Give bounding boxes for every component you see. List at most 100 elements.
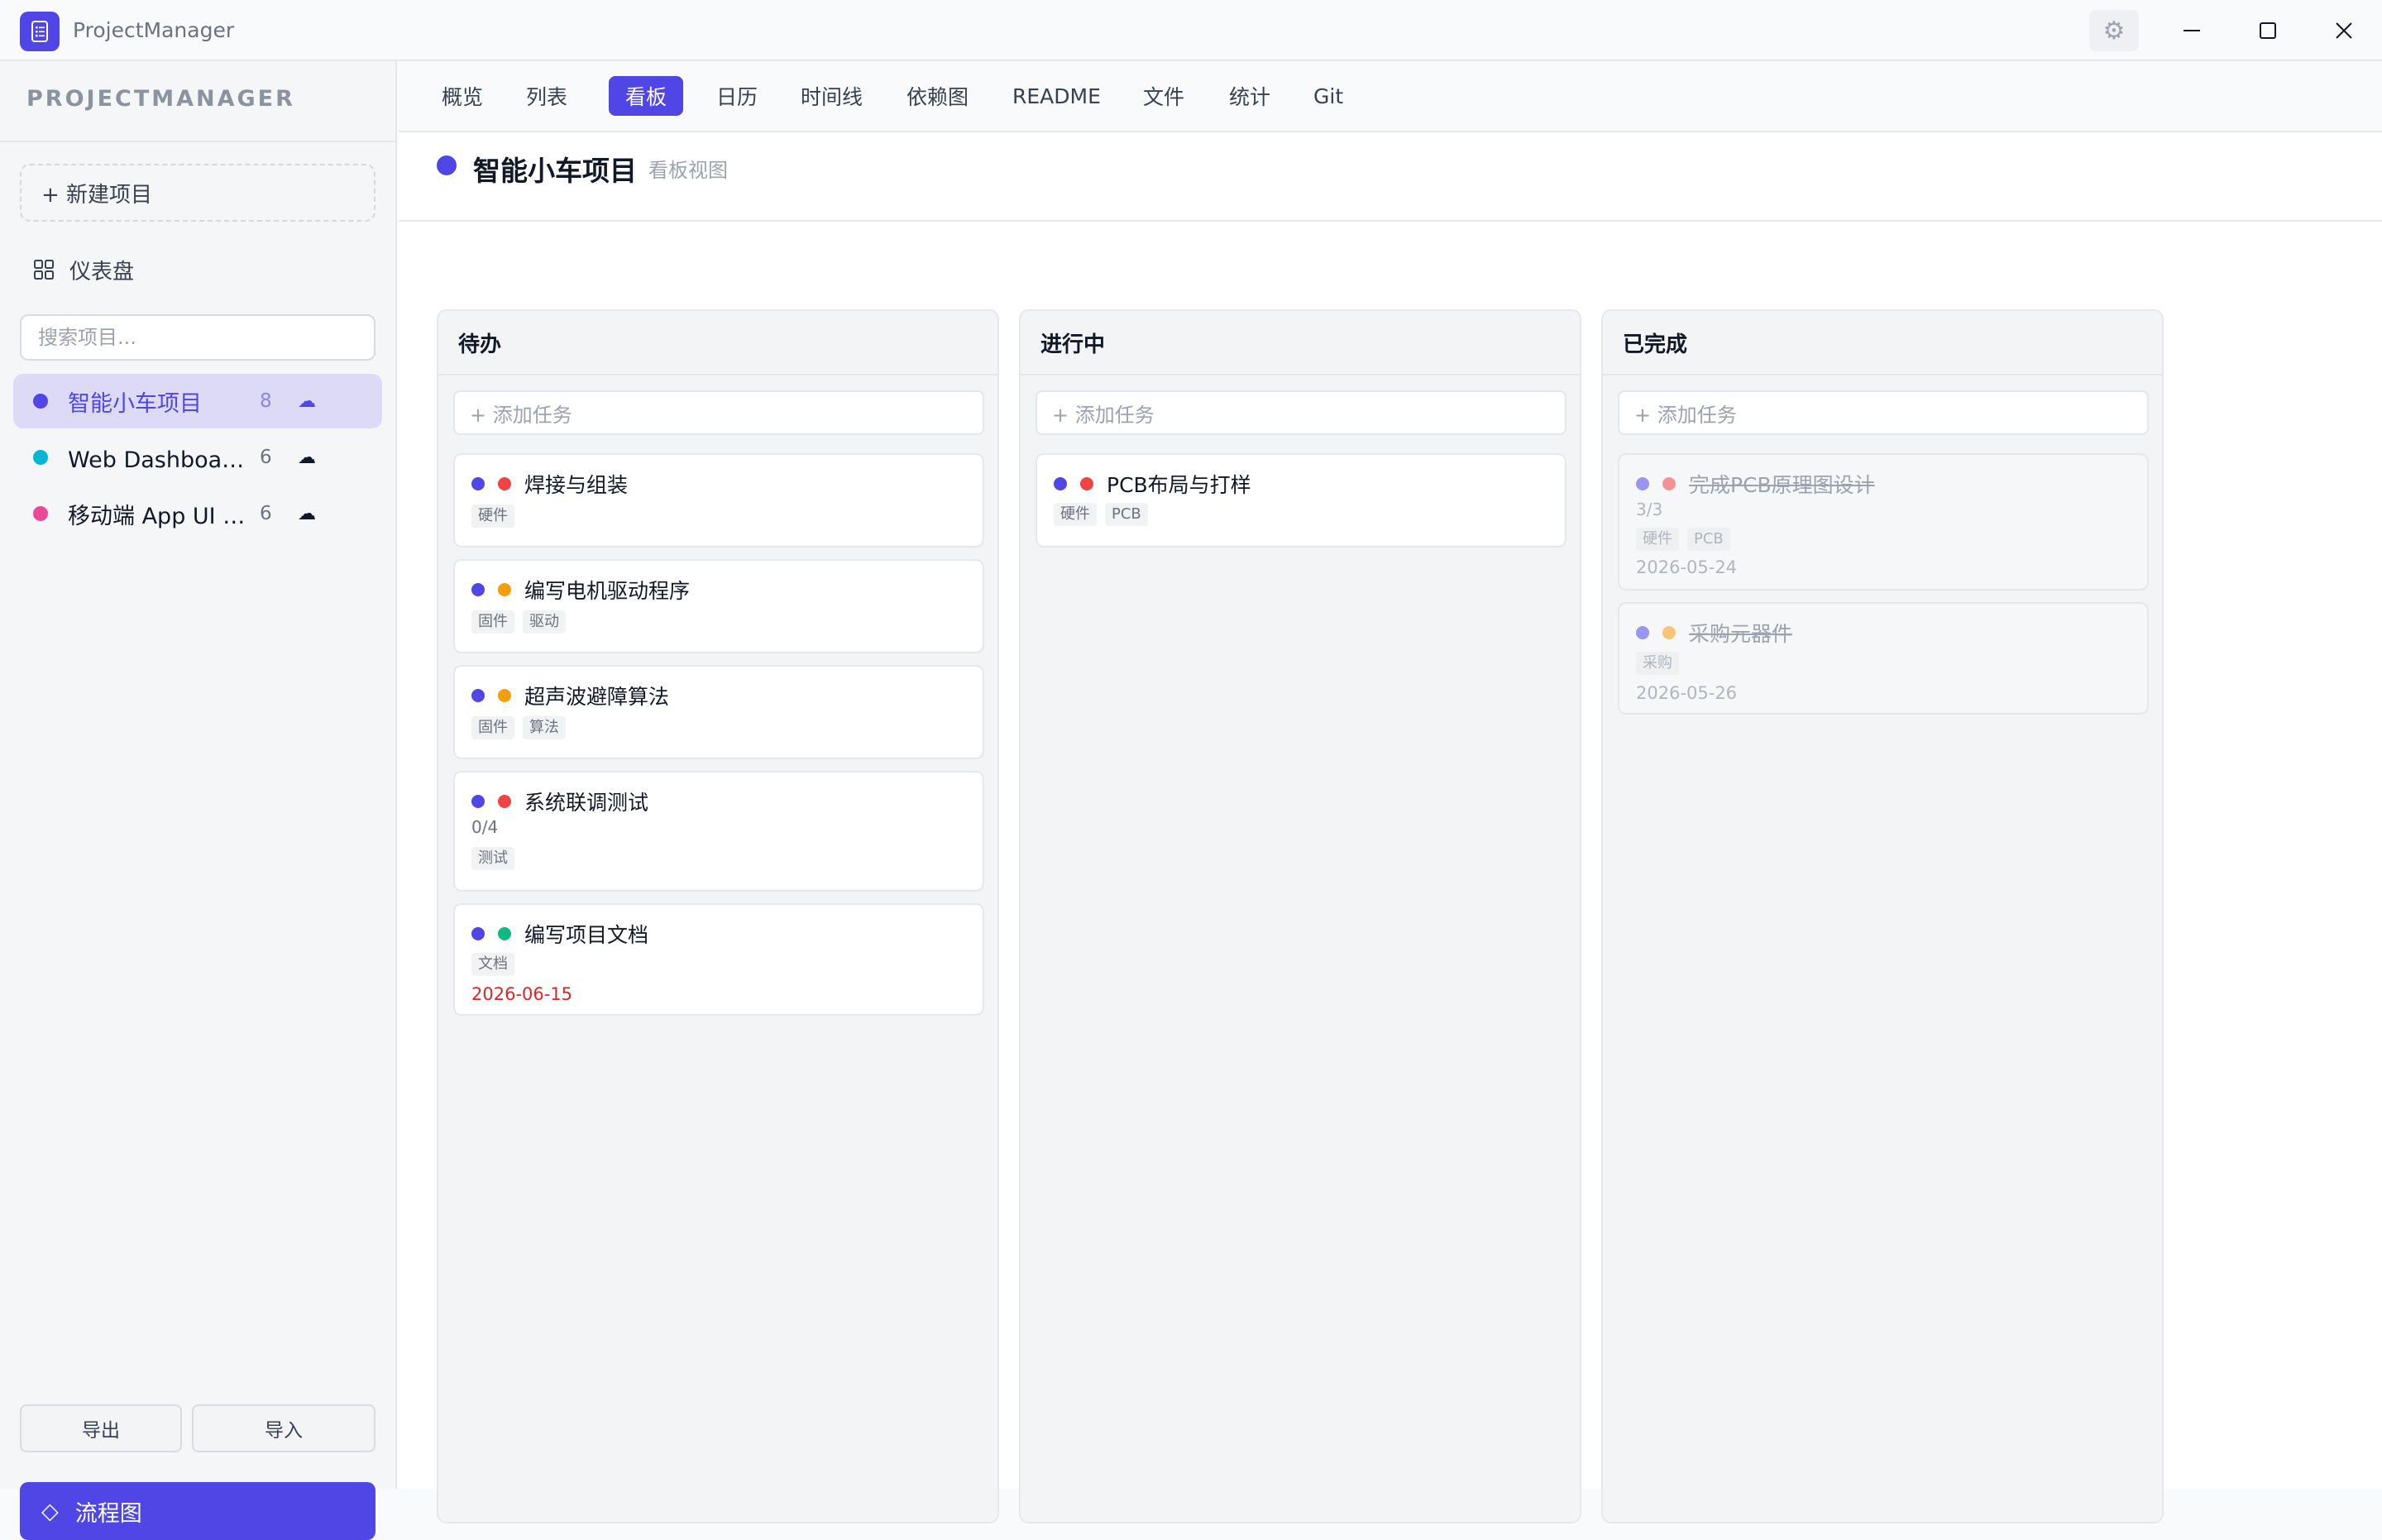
tab-kanban[interactable]: 看板	[609, 76, 684, 116]
export-button[interactable]: 导出	[20, 1404, 182, 1452]
priority-dot	[1080, 477, 1093, 490]
task-card[interactable]: 采购元器件 采购 2026-05-26	[1618, 602, 2149, 715]
task-tag: PCB	[1687, 528, 1730, 551]
task-title: 系统联调测试	[524, 791, 649, 815]
search-input[interactable]	[20, 314, 375, 361]
task-card[interactable]: 超声波避障算法 固件 算法	[453, 665, 984, 759]
task-tag: 算法	[523, 716, 566, 739]
cloud-icon: ☁	[298, 503, 316, 524]
task-title: 超声波避障算法	[524, 685, 670, 709]
column-title: 待办	[438, 311, 997, 375]
main-content: 概览 列表 看板 日历 时间线 依赖图 README 文件 统计 Git 智能小…	[399, 61, 2382, 1523]
task-card[interactable]: 系统联调测试 0/4 测试	[453, 771, 984, 892]
subtask-progress: 3/3	[1636, 500, 1663, 519]
priority-dot	[1662, 626, 1676, 639]
task-tag: 测试	[471, 847, 514, 870]
task-card[interactable]: 编写项目文档 文档 2026-06-15	[453, 903, 984, 1016]
tab-dependency-graph[interactable]: 依赖图	[890, 76, 985, 116]
priority-dot	[498, 927, 511, 940]
minimize-icon	[2184, 30, 2200, 31]
priority-dot	[498, 795, 511, 808]
add-task-button[interactable]: + 添加任务	[1618, 390, 2149, 435]
task-title: 编写电机驱动程序	[524, 579, 691, 603]
tab-overview[interactable]: 概览	[425, 76, 500, 116]
tab-git[interactable]: Git	[1297, 76, 1360, 116]
task-card[interactable]: 编写电机驱动程序 固件 驱动	[453, 559, 984, 653]
cloud-icon: ☁	[298, 447, 316, 468]
new-project-button[interactable]: + 新建项目	[20, 164, 375, 222]
minimize-button[interactable]	[2167, 10, 2217, 51]
title-bar: ProjectManager ⚙	[0, 0, 2382, 61]
project-task-count: 6	[260, 503, 272, 524]
sidebar: PROJECTMANAGER + 新建项目 仪表盘 智能小车项目 8 ☁ Web…	[0, 61, 397, 1540]
priority-dot	[498, 583, 511, 596]
maximize-button[interactable]	[2243, 10, 2293, 51]
task-tag: PCB	[1105, 503, 1148, 526]
task-card[interactable]: 完成PCB原理图设计 3/3 硬件 PCB 2026-05-24	[1618, 453, 2149, 591]
flowchart-label: 流程图	[74, 1500, 142, 1527]
kanban-board: 待办 + 添加任务 焊接与组装 硬件 编写电机驱动程序 固件 驱动 超声波避障算…	[399, 223, 2382, 1523]
project-dot	[471, 477, 485, 490]
divider	[0, 141, 397, 142]
app-logo-icon	[20, 12, 60, 51]
tab-stats[interactable]: 统计	[1213, 76, 1287, 116]
tab-timeline[interactable]: 时间线	[784, 76, 879, 116]
project-color-dot	[437, 155, 457, 175]
sidebar-project-item[interactable]: 移动端 App UI 设计 6 ☁	[13, 486, 382, 541]
task-title: 编写项目文档	[524, 923, 649, 947]
settings-button[interactable]: ⚙	[2089, 10, 2139, 51]
priority-dot	[1662, 477, 1676, 490]
task-tag: 硬件	[1636, 528, 1679, 551]
project-task-count: 8	[260, 390, 272, 412]
project-color-dot	[33, 506, 48, 521]
app-window: ProjectManager ⚙ PROJECTMANAGER + 新建项目 仪…	[0, 0, 2382, 1540]
task-card[interactable]: 焊接与组装 硬件	[453, 453, 984, 548]
diamond-icon: ◇	[41, 1498, 59, 1524]
project-task-count: 6	[260, 447, 272, 468]
task-title: 焊接与组装	[524, 473, 629, 497]
sidebar-item-dashboard[interactable]: 仪表盘	[33, 253, 134, 286]
maximize-icon	[2260, 22, 2276, 39]
tab-readme[interactable]: README	[996, 76, 1117, 116]
sidebar-brand: PROJECTMANAGER	[26, 86, 295, 112]
project-dot	[471, 689, 485, 702]
page-subtitle: 看板视图	[648, 159, 728, 182]
task-tag: 固件	[471, 716, 514, 739]
tab-calendar[interactable]: 日历	[700, 76, 774, 116]
project-dot	[1636, 477, 1649, 490]
cloud-icon: ☁	[298, 390, 316, 412]
project-name: Web Dashboard 重构	[68, 447, 250, 473]
column-title: 已完成	[1603, 311, 2162, 375]
project-dot	[1636, 626, 1649, 639]
tab-files[interactable]: 文件	[1126, 76, 1201, 116]
flowchart-button[interactable]: ◇ 流程图	[20, 1482, 375, 1540]
due-date: 2026-06-15	[471, 984, 573, 1004]
kanban-column-done: 已完成 + 添加任务 完成PCB原理图设计 3/3 硬件 PCB 2026-05…	[1601, 309, 2164, 1523]
add-task-button[interactable]: + 添加任务	[1036, 390, 1566, 435]
gear-icon: ⚙	[2102, 16, 2126, 45]
subtask-progress: 0/4	[471, 817, 499, 837]
sidebar-item-label: 仪表盘	[69, 259, 135, 285]
kanban-column-in-progress: 进行中 + 添加任务 PCB布局与打样 硬件 PCB	[1019, 309, 1581, 1523]
project-dot	[471, 583, 485, 596]
project-color-dot	[33, 394, 48, 409]
task-tag: 硬件	[1054, 503, 1097, 526]
task-card[interactable]: PCB布局与打样 硬件 PCB	[1036, 453, 1566, 548]
tab-list[interactable]: 列表	[509, 76, 584, 116]
priority-dot	[498, 477, 511, 490]
import-button[interactable]: 导入	[192, 1404, 375, 1452]
task-tag: 固件	[471, 610, 514, 634]
task-tag: 驱动	[523, 610, 566, 634]
task-tag: 文档	[471, 953, 514, 976]
close-button[interactable]	[2319, 10, 2369, 51]
sidebar-project-item[interactable]: Web Dashboard 重构 6 ☁	[13, 430, 382, 485]
add-task-button[interactable]: + 添加任务	[453, 390, 984, 435]
close-icon	[2336, 22, 2352, 39]
due-date: 2026-05-26	[1636, 683, 1738, 703]
app-title: ProjectManager	[73, 18, 235, 42]
project-name: 移动端 App UI 设计	[68, 503, 250, 529]
priority-dot	[498, 689, 511, 702]
tab-bar: 概览 列表 看板 日历 时间线 依赖图 README 文件 统计 Git	[399, 61, 2382, 132]
sidebar-project-item[interactable]: 智能小车项目 8 ☁	[13, 374, 382, 428]
project-name: 智能小车项目	[68, 390, 202, 417]
